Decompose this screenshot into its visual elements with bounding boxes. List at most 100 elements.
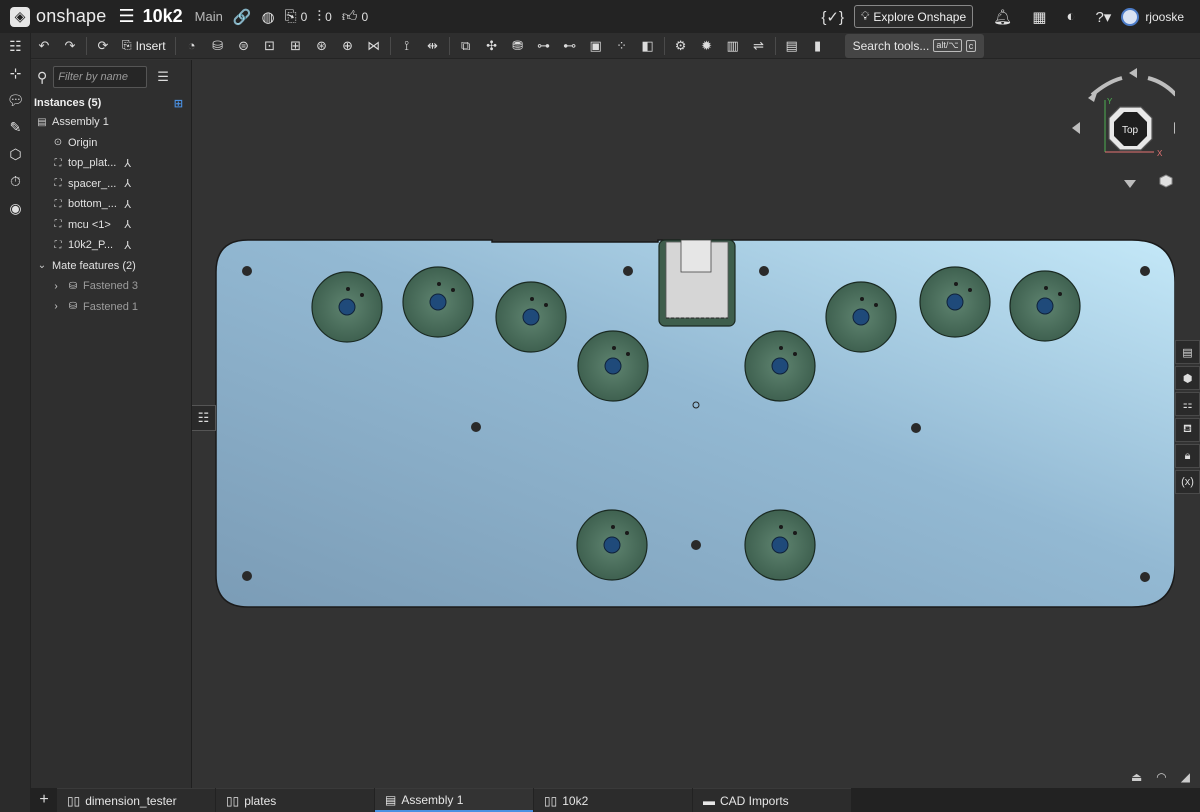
- filter-icon[interactable]: ⚲: [37, 69, 47, 86]
- configurations-icon[interactable]: ⚏: [1175, 392, 1200, 416]
- slider-mate-icon[interactable]: ⊜: [231, 34, 257, 58]
- mirror-icon[interactable]: ▣: [583, 34, 609, 58]
- rack-pinion-icon[interactable]: ✹: [694, 34, 720, 58]
- instance-item[interactable]: ⛶ bottom_... ⅄: [31, 194, 191, 215]
- screw-relation-icon[interactable]: ▥: [720, 34, 746, 58]
- section-icon[interactable]: ◧: [635, 34, 661, 58]
- gear-relation-icon[interactable]: ⚙: [668, 34, 694, 58]
- parallel-mate-icon[interactable]: ⋈: [361, 34, 387, 58]
- add-tab-button[interactable]: +: [31, 788, 57, 812]
- apps-icon[interactable]: ▦: [1032, 8, 1046, 26]
- undo-icon[interactable]: ↶: [31, 34, 57, 58]
- planar-mate-icon[interactable]: ⊡: [257, 34, 283, 58]
- button[interactable]: [919, 266, 991, 338]
- button[interactable]: [576, 509, 648, 581]
- chevron-right-icon[interactable]: ›: [49, 301, 63, 312]
- comments-icon[interactable]: 💬︎: [0, 87, 31, 114]
- instance-item[interactable]: ⛶ top_plat... ⅄: [31, 153, 191, 174]
- appearance-icon[interactable]: ⬢: [1175, 366, 1200, 390]
- feature-list-icon[interactable]: ☷: [0, 33, 31, 60]
- tab-assembly-1[interactable]: ▤ Assembly 1: [375, 788, 533, 812]
- origin-item[interactable]: ⊙ Origin: [31, 133, 191, 154]
- measure-icon[interactable]: ▤: [779, 34, 805, 58]
- button[interactable]: [825, 281, 897, 353]
- parts-icon[interactable]: ⬡: [0, 141, 31, 168]
- instances-header[interactable]: Instances (5) ⊞: [31, 94, 191, 112]
- filter-input[interactable]: [53, 66, 148, 88]
- group-icon[interactable]: ⧉: [453, 34, 479, 58]
- view-options-icon[interactable]: [1159, 174, 1175, 188]
- regenerate-icon[interactable]: ⟳: [90, 34, 116, 58]
- bom-icon[interactable]: ▤: [1175, 340, 1200, 364]
- explore-onshape-button[interactable]: 💡︎ Explore Onshape: [854, 5, 974, 28]
- model-view[interactable]: Top Y X: [192, 60, 1175, 788]
- featurescript-icon[interactable]: {✓}: [821, 8, 844, 26]
- menu-icon[interactable]: ☰: [118, 6, 134, 27]
- onshape-app-icon[interactable]: ◉: [0, 195, 31, 222]
- onshape-logo[interactable]: ◈ onshape: [10, 6, 106, 27]
- section-view-icon[interactable]: ◢: [1181, 770, 1190, 784]
- new-folder-icon[interactable]: ⊞: [174, 97, 183, 110]
- panel-toggle-icon[interactable]: ☷: [192, 405, 216, 431]
- mass-properties-icon[interactable]: ▮: [805, 34, 831, 58]
- instance-item[interactable]: ⛶ spacer_... ⅄: [31, 174, 191, 195]
- redo-icon[interactable]: ↷: [57, 34, 83, 58]
- notifications-icon[interactable]: 🔔︎: [993, 8, 1012, 26]
- button[interactable]: [311, 271, 383, 343]
- tab-dimension-tester[interactable]: ▯▯ dimension_tester: [57, 788, 215, 812]
- tangent-mate-icon[interactable]: ⟟: [394, 34, 420, 58]
- link-icon[interactable]: 🔗: [233, 8, 252, 26]
- cylindrical-mate-icon[interactable]: ⊞: [283, 34, 309, 58]
- add-mate-icon[interactable]: ⊹: [0, 60, 31, 87]
- tab-cad-imports[interactable]: ▬ CAD Imports: [693, 788, 851, 812]
- properties-icon[interactable]: ✎: [0, 114, 31, 141]
- tab-plates[interactable]: ▯▯ plates: [216, 788, 374, 812]
- linear-pattern-icon[interactable]: ⊶: [531, 34, 557, 58]
- button[interactable]: [402, 266, 474, 338]
- like-button[interactable]: 👍︎ 0: [342, 8, 368, 26]
- document-title[interactable]: 10k2: [143, 6, 183, 27]
- search-tools-button[interactable]: Search tools... alt/⌥ c: [844, 33, 985, 58]
- graphics-viewport[interactable]: Top Y X: [192, 60, 1175, 788]
- view-cube[interactable]: Top Y X: [1072, 68, 1175, 188]
- mate-connector-icon[interactable]: ✣: [479, 34, 505, 58]
- explode-icon[interactable]: ⁘: [609, 34, 635, 58]
- instance-item[interactable]: ⛶ mcu <1> ⅄: [31, 215, 191, 236]
- list-view-icon[interactable]: ☰: [157, 69, 169, 85]
- chevron-right-icon[interactable]: ›: [49, 281, 63, 292]
- chevron-down-icon[interactable]: ⌄: [35, 260, 49, 271]
- button[interactable]: [1009, 270, 1081, 342]
- named-positions-icon[interactable]: ⛾: [1175, 418, 1200, 442]
- button[interactable]: [744, 330, 816, 402]
- fasten-mate-icon[interactable]: ◔: [179, 34, 205, 58]
- rotate-right-icon[interactable]: [1147, 76, 1175, 97]
- globe-icon[interactable]: ◍: [262, 8, 275, 26]
- locked-parts-icon[interactable]: 🔒︎: [1175, 444, 1200, 468]
- timer-icon[interactable]: ⏱︎: [0, 168, 31, 195]
- assembly-root[interactable]: ▤ Assembly 1: [31, 112, 191, 133]
- mate-item[interactable]: › ⛁ Fastened 1: [31, 297, 191, 318]
- insert-button[interactable]: ⎘ Insert: [116, 38, 172, 53]
- render-mode-icon[interactable]: ◠: [1156, 770, 1166, 784]
- user-menu[interactable]: rjooske: [1121, 7, 1184, 26]
- width-mate-icon[interactable]: ⇹: [420, 34, 446, 58]
- mcu[interactable]: [658, 239, 736, 327]
- pin-slot-mate-icon[interactable]: ⊛: [309, 34, 335, 58]
- circular-pattern-icon[interactable]: ⊷: [557, 34, 583, 58]
- versions-button[interactable]: ⎘ 0: [285, 8, 308, 25]
- instance-item[interactable]: ⛶ 10k2_P... ⅄: [31, 235, 191, 256]
- ball-mate-icon[interactable]: ⊕: [335, 34, 361, 58]
- mate-item[interactable]: › ⛁ Fastened 3: [31, 276, 191, 297]
- button[interactable]: [577, 330, 649, 402]
- learning-icon[interactable]: ◐: [1066, 8, 1075, 25]
- revolute-mate-icon[interactable]: ⛁: [205, 34, 231, 58]
- variables-icon[interactable]: (x): [1175, 470, 1200, 494]
- linear-relation-icon[interactable]: ⇌: [746, 34, 772, 58]
- tab-10k2[interactable]: ▯▯ 10k2: [534, 788, 692, 812]
- button[interactable]: [495, 281, 567, 353]
- button[interactable]: [744, 509, 816, 581]
- branch-label[interactable]: Main: [195, 9, 223, 24]
- help-icon[interactable]: ?▾: [1095, 8, 1111, 26]
- mate-features-header[interactable]: ⌄ Mate features (2): [31, 256, 191, 277]
- replicate-icon[interactable]: ⛃: [505, 34, 531, 58]
